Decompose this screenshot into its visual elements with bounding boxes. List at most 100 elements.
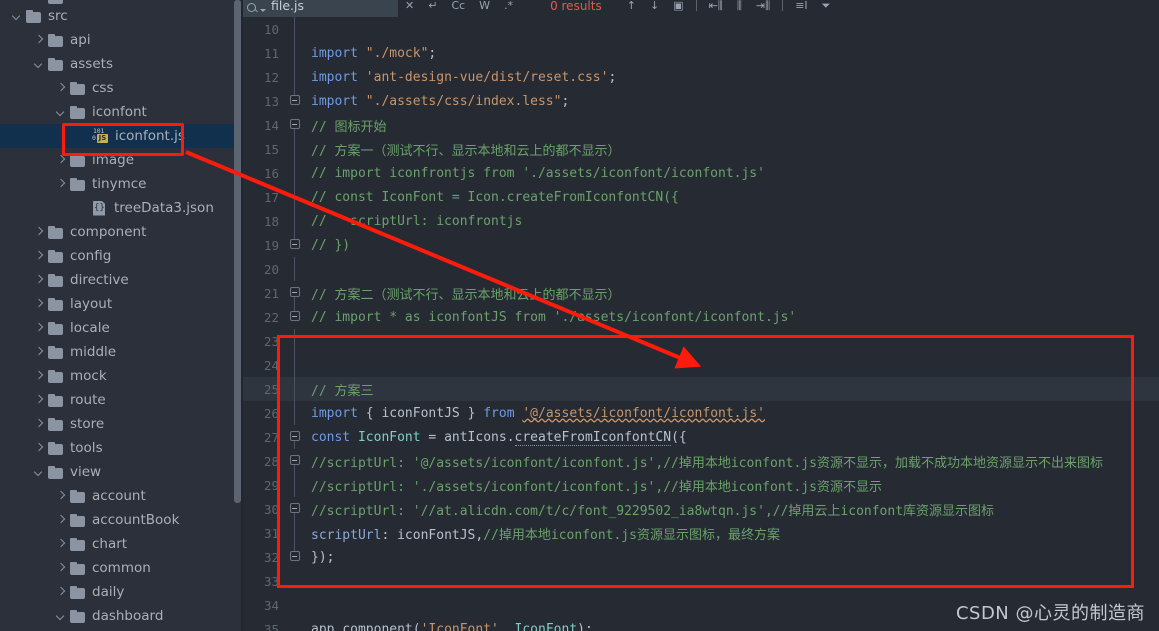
- chevron-down-icon[interactable]: [260, 8, 266, 12]
- filter-icon[interactable]: ⏷: [822, 0, 831, 14]
- tree-item-src[interactable]: src: [0, 4, 243, 28]
- code-line-24[interactable]: 24: [243, 353, 1159, 377]
- find-toolbar[interactable]: ✕ ↵ Cc W .* 0 results ↑ ↓ ▣ ⇤⫼ ⫼ ⇥⫼ ≡I ⏷: [243, 0, 1159, 17]
- fold-marker[interactable]: [288, 281, 301, 305]
- tree-item-dashboard[interactable]: dashboard: [0, 604, 243, 628]
- tree-item-assets[interactable]: assets: [0, 52, 243, 76]
- arrow-down-icon[interactable]: ↓: [650, 0, 659, 14]
- tree-item-route[interactable]: route: [0, 388, 243, 412]
- code-line-19[interactable]: 19 // }): [243, 233, 1159, 257]
- find-toolbar-actions[interactable]: ✕ ↵ Cc W .* 0 results ↑ ↓ ▣ ⇤⫼ ⫼ ⇥⫼ ≡I ⏷: [398, 0, 1159, 17]
- code-line-17[interactable]: 17 // const IconFont = Icon.createFromIco…: [243, 185, 1159, 209]
- tree-item-account[interactable]: account: [0, 484, 243, 508]
- tree-item-common[interactable]: common: [0, 556, 243, 580]
- code-editor[interactable]: ✕ ↵ Cc W .* 0 results ↑ ↓ ▣ ⇤⫼ ⫼ ⇥⫼ ≡I ⏷…: [243, 0, 1159, 631]
- code-line-23[interactable]: 23: [243, 329, 1159, 353]
- code-line-22[interactable]: 22 // import * as iconfontJS from './asse…: [243, 305, 1159, 329]
- remove-selection-icon[interactable]: ⇥⫼: [756, 0, 770, 14]
- tree-item-component[interactable]: component: [0, 220, 243, 244]
- chevron-right-icon[interactable]: [34, 227, 45, 238]
- regex-icon[interactable]: .*: [504, 0, 513, 14]
- open-in-window-icon[interactable]: ▣: [673, 0, 683, 14]
- fold-marker[interactable]: [288, 89, 301, 113]
- chevron-right-icon[interactable]: [34, 299, 45, 310]
- add-selection-icon[interactable]: ⫼: [737, 0, 742, 14]
- fold-marker[interactable]: [288, 497, 301, 521]
- code-line-11[interactable]: 11 import "./mock";: [243, 41, 1159, 65]
- chevron-right-icon[interactable]: [56, 83, 67, 94]
- close-icon[interactable]: ✕: [405, 0, 414, 14]
- tree-item-tools[interactable]: tools: [0, 436, 243, 460]
- project-file-tree[interactable]: src api assets css iconfont 101 0 JS iconfont.js…: [0, 0, 243, 631]
- chevron-down-icon[interactable]: [12, 11, 23, 22]
- code-line-15[interactable]: 15 // 方案一（测试不行、显示本地和云上的都不显示）: [243, 137, 1159, 161]
- code-line-31[interactable]: 31 scriptUrl: iconFontJS,//掉用本地iconfont.j…: [243, 521, 1159, 545]
- tree-item-mock[interactable]: mock: [0, 364, 243, 388]
- chevron-right-icon[interactable]: [56, 539, 67, 550]
- chevron-down-icon[interactable]: [56, 107, 67, 118]
- code-line-13[interactable]: 13 import "./assets/css/index.less";: [243, 89, 1159, 113]
- chevron-right-icon[interactable]: [56, 155, 67, 166]
- code-line-20[interactable]: 20: [243, 257, 1159, 281]
- chevron-right-icon[interactable]: [34, 35, 45, 46]
- chevron-right-icon[interactable]: [34, 371, 45, 382]
- fold-marker[interactable]: [288, 113, 301, 137]
- code-line-27[interactable]: 27 const IconFont = antIcons.createFromIc…: [243, 425, 1159, 449]
- tree-item-directive[interactable]: directive: [0, 268, 243, 292]
- chevron-right-icon[interactable]: [34, 443, 45, 454]
- find-input-wrapper[interactable]: [243, 0, 427, 17]
- fold-marker[interactable]: [288, 305, 301, 329]
- code-line-10[interactable]: 10: [243, 17, 1159, 41]
- new-line-icon[interactable]: ↵: [428, 0, 437, 14]
- code-content[interactable]: 10 11 import "./mock"; 12 import 'ant-design…: [243, 17, 1159, 631]
- chevron-right-icon[interactable]: [56, 515, 67, 526]
- tree-item-view[interactable]: view: [0, 460, 243, 484]
- code-line-16[interactable]: 16 // import iconfrontjs from './assets/i…: [243, 161, 1159, 185]
- file-tree-list[interactable]: src api assets css iconfont 101 0 JS iconfont.js…: [0, 0, 243, 628]
- tree-item-treedata3-json[interactable]: treeData3.json: [0, 196, 243, 220]
- tree-item-tinymce[interactable]: tinymce: [0, 172, 243, 196]
- chevron-right-icon[interactable]: [34, 395, 45, 406]
- preserve-case-icon[interactable]: ≡I: [795, 0, 807, 14]
- chevron-right-icon[interactable]: [34, 323, 45, 334]
- chevron-right-icon[interactable]: [56, 179, 67, 190]
- code-line-21[interactable]: 21 // 方案二（测试不行、显示本地和云上的都不显示）: [243, 281, 1159, 305]
- select-all-occurrences-icon[interactable]: ⇤⫼: [709, 0, 723, 14]
- fold-marker[interactable]: [288, 449, 301, 473]
- tree-item-iconfont-js[interactable]: 101 0 JS iconfont.js: [0, 124, 243, 148]
- code-line-30[interactable]: 30 //scriptUrl: '//at.alicdn.com/t/c/font…: [243, 497, 1159, 521]
- fold-marker[interactable]: [288, 545, 301, 569]
- code-line-29[interactable]: 29 //scriptUrl: './assets/iconfont/iconfo…: [243, 473, 1159, 497]
- tree-item-locale[interactable]: locale: [0, 316, 243, 340]
- chevron-right-icon[interactable]: [34, 419, 45, 430]
- tree-item-chart[interactable]: chart: [0, 532, 243, 556]
- chevron-down-icon[interactable]: [56, 611, 67, 622]
- file-tree-scrollbar[interactable]: [234, 0, 241, 503]
- tree-item-api[interactable]: api: [0, 28, 243, 52]
- chevron-right-icon[interactable]: [56, 491, 67, 502]
- words-icon[interactable]: W: [479, 0, 490, 14]
- chevron-down-icon[interactable]: [34, 59, 45, 70]
- tree-item-middle[interactable]: middle: [0, 340, 243, 364]
- code-line-33[interactable]: 33: [243, 569, 1159, 593]
- chevron-right-icon[interactable]: [56, 587, 67, 598]
- fold-marker[interactable]: [288, 425, 301, 449]
- tree-item-accountbook[interactable]: accountBook: [0, 508, 243, 532]
- chevron-right-icon[interactable]: [34, 275, 45, 286]
- chevron-down-icon[interactable]: [34, 467, 45, 478]
- tree-item-image[interactable]: image: [0, 148, 243, 172]
- tree-item-store[interactable]: store: [0, 412, 243, 436]
- tree-item-daily[interactable]: daily: [0, 580, 243, 604]
- code-line-25[interactable]: 25 // 方案三: [243, 377, 1159, 401]
- code-line-14[interactable]: 14 // 图标开始: [243, 113, 1159, 137]
- code-line-26[interactable]: 26 import { iconFontJS } from '@/assets/i…: [243, 401, 1159, 425]
- chevron-right-icon[interactable]: [34, 251, 45, 262]
- tree-item-config[interactable]: config: [0, 244, 243, 268]
- chevron-right-icon[interactable]: [34, 347, 45, 358]
- arrow-up-icon[interactable]: ↑: [627, 0, 636, 14]
- tree-item-css[interactable]: css: [0, 76, 243, 100]
- tree-item-iconfont[interactable]: iconfont: [0, 100, 243, 124]
- code-line-18[interactable]: 18 // scriptUrl: iconfrontjs: [243, 209, 1159, 233]
- chevron-right-icon[interactable]: [56, 563, 67, 574]
- code-line-28[interactable]: 28 //scriptUrl: '@/assets/iconfont/iconfo…: [243, 449, 1159, 473]
